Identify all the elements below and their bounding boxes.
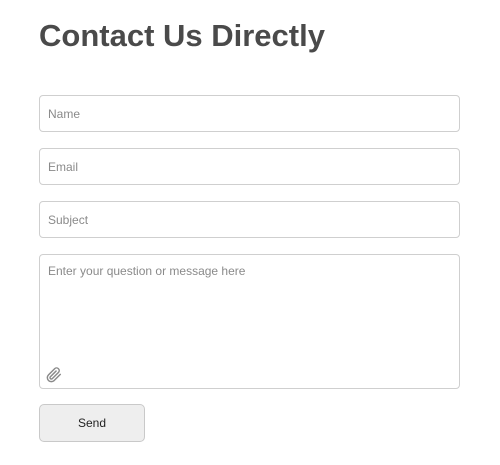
name-field[interactable] [39, 95, 460, 132]
paperclip-icon[interactable] [46, 367, 62, 383]
message-field[interactable] [40, 255, 459, 388]
page-title: Contact Us Directly [39, 18, 325, 53]
subject-field[interactable] [39, 201, 460, 238]
message-box [39, 254, 460, 389]
email-field[interactable] [39, 148, 460, 185]
send-button[interactable]: Send [39, 404, 145, 442]
